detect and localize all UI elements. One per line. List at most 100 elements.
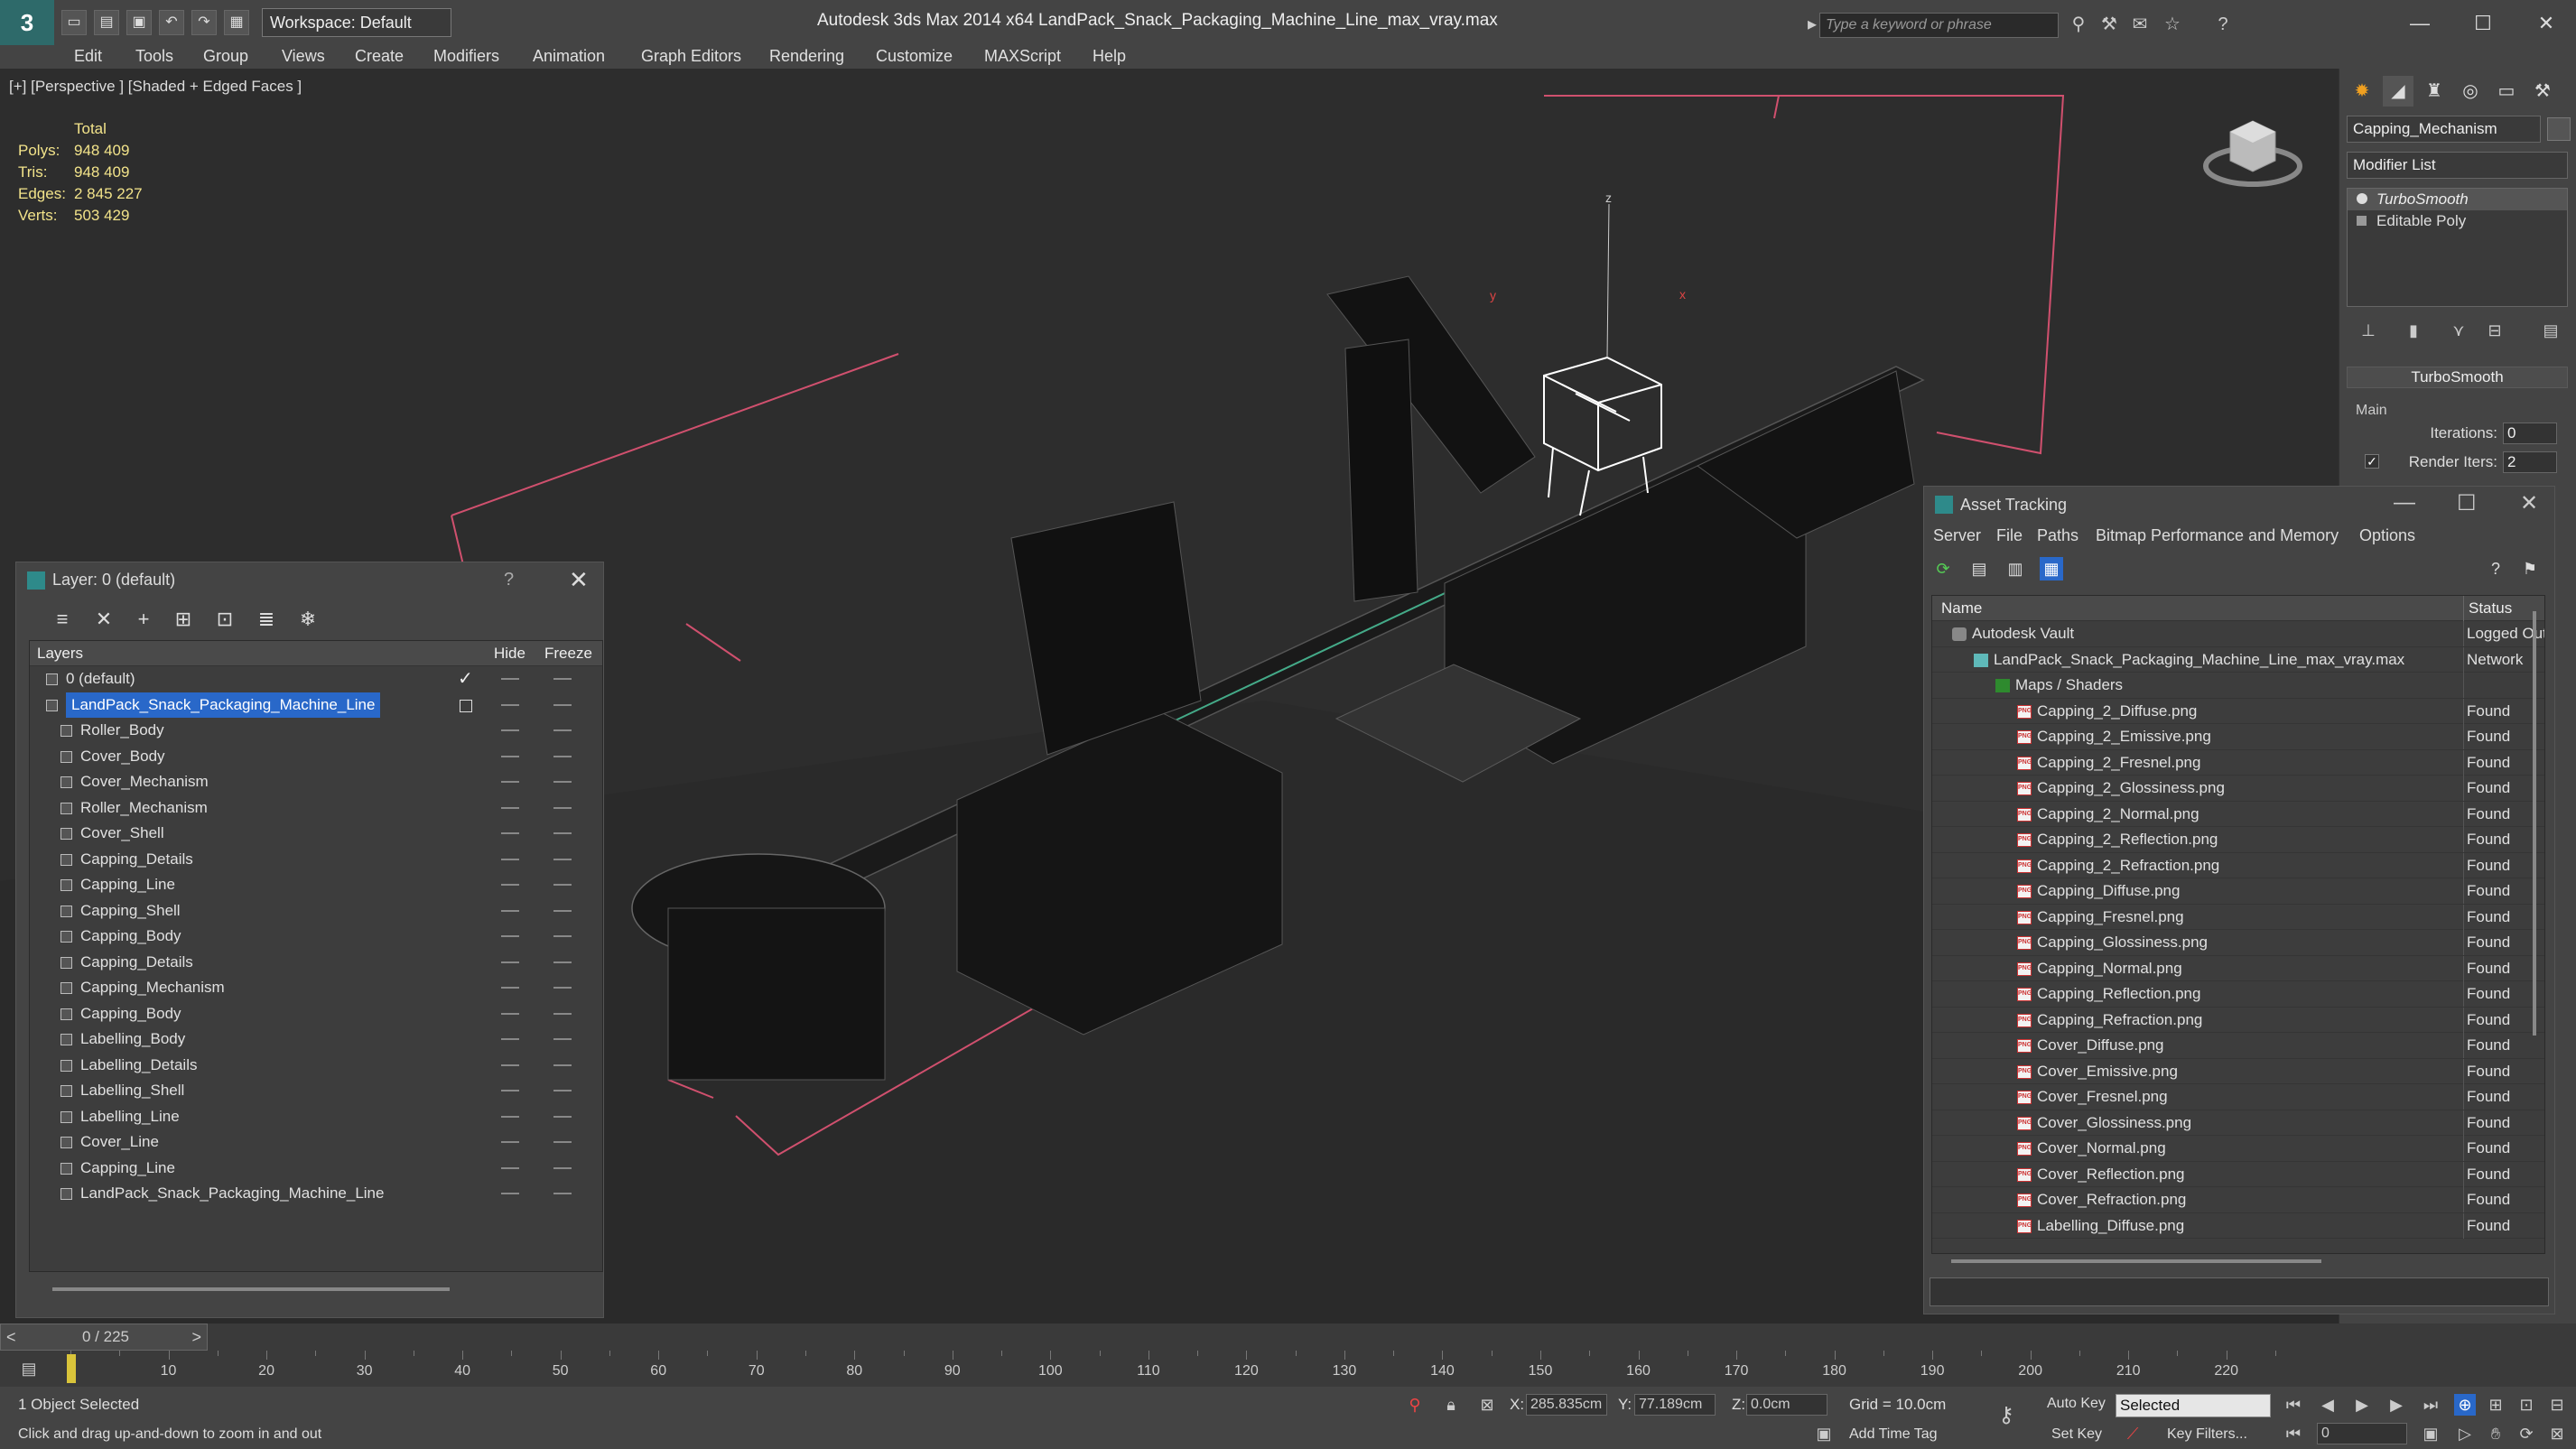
asset-row[interactable]: Capping_Normal.pngFound — [1932, 955, 2544, 981]
isolate-icon[interactable]: ⚲ — [1404, 1394, 1426, 1416]
asset-row[interactable]: Capping_Refraction.pngFound — [1932, 1007, 2544, 1033]
key-mode-icon[interactable]: ⏮ — [2283, 1423, 2304, 1444]
show-end-result-icon[interactable]: ▮ — [2401, 318, 2426, 343]
render-iters-spinner[interactable]: 2 — [2503, 451, 2557, 473]
freeze-toggle[interactable] — [553, 909, 572, 912]
asset-row[interactable]: Capping_Reflection.pngFound — [1932, 981, 2544, 1008]
hide-toggle[interactable] — [501, 703, 519, 706]
subscription-icon[interactable]: ⚒ — [2098, 14, 2120, 35]
hide-toggle[interactable] — [501, 884, 519, 886]
freeze-toggle[interactable] — [553, 1166, 572, 1169]
asset-row[interactable]: LandPack_Snack_Packaging_Machine_Line_ma… — [1932, 646, 2544, 673]
vertical-scrollbar[interactable] — [2533, 611, 2536, 1036]
go-to-end-icon[interactable]: ⏭ — [2420, 1394, 2441, 1416]
hide-toggle[interactable] — [501, 987, 519, 989]
asset-row[interactable]: Capping_Diffuse.pngFound — [1932, 878, 2544, 905]
hide-toggle[interactable] — [501, 1064, 519, 1066]
freeze-toggle[interactable] — [553, 781, 572, 783]
layer-row[interactable]: 0 (default) ✓ — [30, 666, 602, 692]
object-name-field[interactable]: Capping_Mechanism — [2347, 116, 2541, 143]
key-filters-button[interactable]: Key Filters... — [2167, 1426, 2247, 1443]
time-prev-button[interactable]: < — [6, 1328, 16, 1347]
search-input[interactable]: Type a keyword or phrase — [1819, 13, 2059, 38]
modifier-list-dropdown[interactable]: Modifier List — [2347, 152, 2568, 179]
freeze-toggle[interactable] — [553, 729, 572, 731]
asset-row[interactable]: Capping_2_Normal.pngFound — [1932, 801, 2544, 827]
minimize-icon[interactable]: — — [2402, 7, 2438, 40]
viewcube[interactable] — [2203, 120, 2302, 187]
binoculars-icon[interactable]: ⚲ — [2068, 14, 2089, 35]
hide-toggle[interactable] — [501, 858, 519, 860]
asset-row[interactable]: Cover_Fresnel.png Found — [1932, 1084, 2544, 1110]
layer-object-row[interactable]: LandPack_Snack_Packaging_Machine_Line — [30, 1181, 602, 1207]
hide-toggle[interactable] — [501, 806, 519, 809]
horizontal-scrollbar[interactable] — [52, 1287, 450, 1291]
time-config-icon[interactable]: ▣ — [2420, 1423, 2441, 1444]
project-folder-icon[interactable]: ▦ — [224, 10, 249, 35]
set-current-box[interactable] — [460, 699, 472, 712]
freeze-all-icon[interactable]: ❄ — [294, 606, 321, 633]
utilities-tab-icon[interactable]: ⚒ — [2527, 76, 2558, 107]
maximize-icon[interactable]: ☐ — [2457, 490, 2477, 516]
menu-help[interactable]: Help — [1093, 47, 1126, 66]
layer-object-row[interactable]: Capping_Shell — [30, 898, 602, 924]
layer-object-row[interactable]: Capping_Mechanism — [30, 975, 602, 1001]
play-icon[interactable]: ▶ — [2351, 1394, 2373, 1416]
close-icon[interactable]: ✕ — [569, 566, 589, 594]
key-mode-dropdown[interactable]: Selected — [2116, 1394, 2271, 1417]
undo-icon[interactable]: ↶ — [159, 10, 184, 35]
hide-toggle[interactable] — [501, 961, 519, 963]
field-of-view-icon[interactable]: ▷ — [2454, 1423, 2476, 1444]
freeze-toggle[interactable] — [553, 1012, 572, 1015]
asset-row[interactable]: Capping_Glossiness.pngFound — [1932, 930, 2544, 956]
asset-row[interactable]: Capping_2_Refraction.pngFound — [1932, 852, 2544, 878]
hide-column-header[interactable]: Hide — [494, 645, 525, 663]
iterations-spinner[interactable]: 0 — [2503, 423, 2557, 444]
refresh-icon[interactable]: ⟳ — [1931, 557, 1955, 581]
display-tab-icon[interactable]: ▭ — [2491, 76, 2522, 107]
asset-menu-file[interactable]: File — [1996, 526, 2023, 545]
menu-rendering[interactable]: Rendering — [769, 47, 844, 66]
zoom-icon[interactable]: ⊕ — [2454, 1394, 2476, 1416]
freeze-toggle[interactable] — [553, 987, 572, 989]
maximize-icon[interactable]: ☐ — [2465, 7, 2501, 40]
freeze-toggle[interactable] — [553, 961, 572, 963]
layer-object-row[interactable]: Labelling_Line — [30, 1104, 602, 1130]
add-to-layer-icon[interactable]: + — [130, 606, 157, 633]
horizontal-scrollbar[interactable] — [1951, 1259, 2321, 1263]
hide-toggle[interactable] — [501, 1115, 519, 1118]
hide-toggle[interactable] — [501, 729, 519, 731]
app-logo[interactable]: 3 — [0, 0, 54, 45]
highlight-layer-icon[interactable]: ⊡ — [211, 606, 238, 633]
asset-row[interactable]: Cover_Refraction.png Found — [1932, 1187, 2544, 1213]
asset-row[interactable]: Cover_Normal.png Found — [1932, 1136, 2544, 1162]
table-view-icon[interactable]: ▦ — [2040, 557, 2063, 581]
current-layer-check-icon[interactable]: ✓ — [458, 666, 473, 692]
hide-toggle[interactable] — [501, 1012, 519, 1015]
time-tag-icon[interactable]: ▣ — [1813, 1423, 1835, 1444]
layer-object-row[interactable]: Capping_Line — [30, 872, 602, 898]
pin-stack-icon[interactable]: ⊥ — [2356, 318, 2381, 343]
name-column-header[interactable]: Name — [1941, 599, 1982, 618]
layers-column-header[interactable]: Layers — [37, 645, 83, 663]
freeze-toggle[interactable] — [553, 1193, 572, 1194]
layer-object-row[interactable]: Cover_Line — [30, 1129, 602, 1156]
turbosmooth-rollout-header[interactable]: TurboSmooth — [2347, 367, 2568, 388]
asset-row[interactable]: Capping_Fresnel.pngFound — [1932, 904, 2544, 930]
asset-row[interactable]: Cover_Emissive.png Found — [1932, 1058, 2544, 1084]
next-frame-icon[interactable]: ▶ — [2385, 1394, 2407, 1416]
menu-modifiers[interactable]: Modifiers — [433, 47, 499, 66]
asset-menu-bitmap[interactable]: Bitmap Performance and Memory — [2096, 526, 2339, 545]
freeze-toggle[interactable] — [553, 884, 572, 886]
asset-row[interactable]: Cover_Glossiness.png Found — [1932, 1110, 2544, 1136]
hide-toggle[interactable] — [501, 755, 519, 757]
current-frame-cursor[interactable] — [67, 1354, 76, 1383]
menu-graph-editors[interactable]: Graph Editors — [641, 47, 741, 66]
create-layer-icon[interactable]: ≡ — [49, 606, 76, 633]
motion-tab-icon[interactable]: ◎ — [2455, 76, 2486, 107]
freeze-toggle[interactable] — [553, 1090, 572, 1091]
zoom-extents-all-icon[interactable]: ⊟ — [2546, 1394, 2568, 1416]
track-ruler[interactable]: 0102030405060708090100110120130140150160… — [67, 1351, 2276, 1387]
asset-row[interactable]: Cover_Diffuse.png Found — [1932, 1033, 2544, 1059]
stack-item-editable-poly[interactable]: Editable Poly — [2348, 210, 2567, 232]
